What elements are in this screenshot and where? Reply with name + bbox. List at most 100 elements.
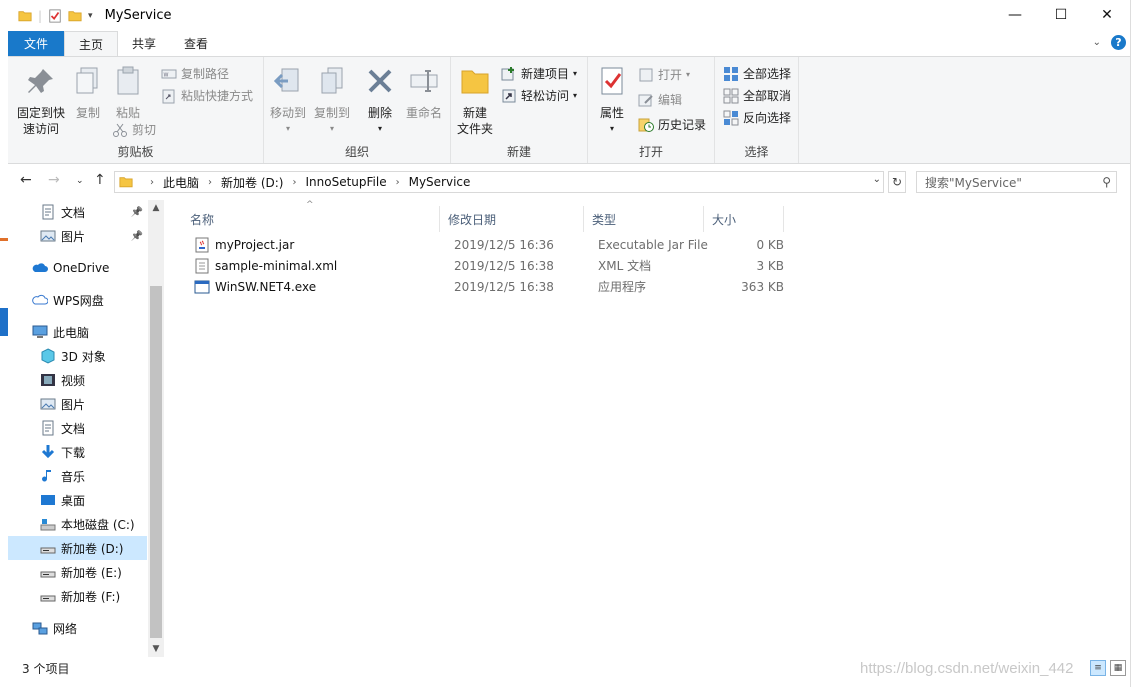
sidebar-item[interactable]: 图片 📌 <box>8 224 147 248</box>
new-folder-button[interactable]: 新建 文件夹 <box>455 65 495 137</box>
address-row: ← → ⌄ ↑ › 此电脑 › 新加卷 (D:) › InnoSetupFile… <box>8 168 1130 196</box>
copy-button[interactable]: 复制 <box>70 65 106 121</box>
address-dropdown-icon[interactable]: ⌄ <box>873 174 881 185</box>
breadcrumb-myservice[interactable]: MyService <box>409 175 471 189</box>
new-folder-icon[interactable] <box>68 9 82 23</box>
sidebar-item-label: OneDrive <box>53 261 110 275</box>
sidebar-item[interactable]: 下载 <box>8 440 147 464</box>
sidebar-item[interactable]: 图片 <box>8 392 147 416</box>
paste-shortcut-button[interactable]: 粘贴快捷方式 <box>161 87 253 104</box>
chevron-right-icon[interactable]: › <box>396 177 400 188</box>
tab-home[interactable]: 主页 <box>64 31 119 56</box>
sidebar-item[interactable]: 视频 <box>8 368 147 392</box>
sidebar-item-label: 视频 <box>61 373 86 388</box>
pinned-icon[interactable]: 📌 <box>131 231 143 242</box>
search-input[interactable]: 搜索"MyService" ⚲ <box>916 171 1117 193</box>
column-header-date-modified[interactable]: 修改日期 <box>440 206 584 232</box>
refresh-button[interactable]: ↻ <box>888 171 906 193</box>
paste-button[interactable]: 粘贴 <box>110 65 146 121</box>
file-name-cell[interactable]: WinSW.NET4.exe <box>194 276 444 297</box>
delete-button[interactable]: 删除 ▾ <box>362 65 398 137</box>
new-item-button[interactable]: 新建项目 ▾ <box>501 65 577 82</box>
properties-check-icon[interactable] <box>48 8 62 23</box>
close-button[interactable]: ✕ <box>1084 0 1130 30</box>
tab-file[interactable]: 文件 <box>8 31 65 56</box>
properties-icon <box>601 67 623 95</box>
sidebar-item[interactable]: 本地磁盘 (C:) <box>8 512 147 536</box>
address-bar[interactable]: › 此电脑 › 新加卷 (D:) › InnoSetupFile › MySer… <box>114 171 884 193</box>
minimize-button[interactable]: — <box>992 0 1038 30</box>
easy-access-icon <box>502 89 516 102</box>
pin-icon <box>28 69 53 93</box>
sidebar-item[interactable]: 文档 <box>8 416 147 440</box>
scroll-thumb[interactable] <box>150 286 162 638</box>
sidebar-item-label: 新加卷 (D:) <box>61 541 124 556</box>
sidebar-item-label: 文档 <box>61 421 86 436</box>
table-row[interactable]: sample-minimal.xml 2019/12/5 16:38 XML 文档 3… <box>182 255 784 276</box>
breadcrumb-drive-d[interactable]: 新加卷 (D:) <box>221 174 283 191</box>
copy-to-button[interactable]: 复制到 ▾ <box>312 65 352 137</box>
customize-qat-dropdown-icon[interactable]: ▾ <box>88 11 93 21</box>
breadcrumb-innosetupfile[interactable]: InnoSetupFile <box>305 175 386 189</box>
recent-locations-chevron-icon[interactable]: ⌄ <box>76 176 84 186</box>
file-modified: 2019/12/5 16:36 <box>454 237 554 252</box>
sidebar-item[interactable]: 音乐 <box>8 464 147 488</box>
column-header-size[interactable]: 大小 <box>704 206 784 232</box>
sidebar-item[interactable]: 新加卷 (D:) <box>8 536 147 560</box>
nav-scrollbar[interactable]: ▲ ▼ <box>148 200 164 657</box>
select-none-icon <box>723 88 739 103</box>
sidebar-item[interactable]: 3D 对象 <box>8 344 147 368</box>
chevron-right-icon[interactable]: › <box>292 177 296 188</box>
up-arrow-icon[interactable]: ↑ <box>94 172 106 188</box>
expand-ribbon-icon[interactable]: ⌄ <box>1093 37 1101 48</box>
properties-button[interactable]: 属性 ▾ <box>592 65 632 137</box>
back-arrow-icon[interactable]: ← <box>20 172 32 188</box>
table-row[interactable]: myProject.jar 2019/12/5 16:36 Executable J… <box>182 234 784 255</box>
pinned-icon[interactable]: 📌 <box>131 207 143 218</box>
cut-button[interactable]: 剪切 <box>112 121 156 138</box>
select-none-button[interactable]: 全部取消 <box>723 87 791 104</box>
column-header-name[interactable]: 名称 <box>182 206 440 232</box>
sidebar-item[interactable]: 此电脑 <box>8 320 147 344</box>
help-icon[interactable]: ? <box>1111 35 1126 50</box>
sidebar-item[interactable]: 新加卷 (E:) <box>8 560 147 584</box>
pin-to-quick-access-button[interactable]: 固定到快 速访问 <box>12 65 70 137</box>
scroll-down-icon[interactable]: ▼ <box>148 641 164 657</box>
sidebar-item-label: 本地磁盘 (C:) <box>61 517 135 532</box>
scroll-up-icon[interactable]: ▲ <box>148 200 164 216</box>
sidebar-item[interactable]: 桌面 <box>8 488 147 512</box>
rename-button[interactable]: 重命名 <box>402 65 446 121</box>
file-name-cell[interactable]: myProject.jar <box>194 234 444 255</box>
tab-share[interactable]: 共享 <box>118 31 170 56</box>
table-row[interactable]: WinSW.NET4.exe 2019/12/5 16:38 应用程序 363 KB <box>182 276 784 297</box>
edit-button[interactable]: 编辑 <box>638 91 682 108</box>
forward-arrow-icon[interactable]: → <box>48 172 60 188</box>
copy-path-button[interactable]: W 复制路径 <box>161 65 229 82</box>
group-label-open: 打开 <box>638 145 663 159</box>
wps-cloud-icon <box>32 292 49 308</box>
chevron-right-icon[interactable]: › <box>150 177 154 188</box>
details-view-icon[interactable]: ≡ <box>1090 660 1106 676</box>
sidebar-item[interactable]: WPS网盘 <box>8 288 147 312</box>
large-icons-view-icon[interactable]: ▦ <box>1110 660 1126 676</box>
sidebar-item-label: 网络 <box>53 621 78 636</box>
maximize-button[interactable]: ☐ <box>1038 0 1084 30</box>
breadcrumb-this-pc[interactable]: 此电脑 <box>163 174 199 191</box>
invert-selection-button[interactable]: 反向选择 <box>723 109 791 126</box>
tab-view[interactable]: 查看 <box>170 31 222 56</box>
downloads-icon <box>40 444 56 460</box>
move-to-button[interactable]: 移动到 ▾ <box>268 65 308 137</box>
open-button[interactable]: 打开 ▾ <box>638 66 690 83</box>
ribbon-tabs: 文件 主页 共享 查看 ⌄ ? <box>8 31 1130 56</box>
jar-file-icon <box>194 237 210 253</box>
history-button[interactable]: 历史记录 <box>638 116 706 133</box>
chevron-right-icon[interactable]: › <box>208 177 212 188</box>
sidebar-item[interactable]: 新加卷 (F:) <box>8 584 147 608</box>
select-all-button[interactable]: 全部选择 <box>723 65 791 82</box>
sidebar-item[interactable]: OneDrive <box>8 256 147 280</box>
column-header-type[interactable]: 类型 <box>584 206 704 232</box>
easy-access-button[interactable]: 轻松访问 ▾ <box>501 87 577 104</box>
sidebar-item[interactable]: 网络 <box>8 616 147 640</box>
sidebar-item[interactable]: 文档 📌 <box>8 200 147 224</box>
file-name-cell[interactable]: sample-minimal.xml <box>194 255 444 276</box>
